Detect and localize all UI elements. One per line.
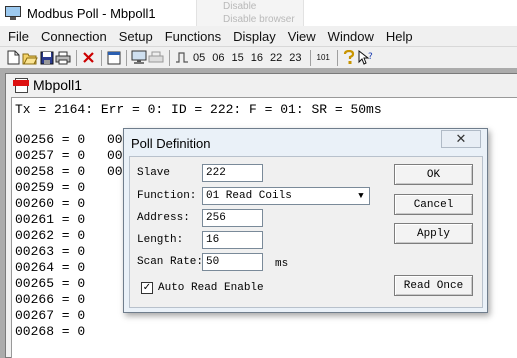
fc-101-button[interactable]: 101 [315,49,332,67]
window-title: Modbus Poll - Mbpoll1 [27,5,156,21]
toolbar: 05 06 15 16 22 23 101 ? [0,46,517,68]
status-line: Tx = 2164: Err = 0: ID = 222: F = 01: SR… [15,102,382,117]
context-help-icon[interactable]: ? [358,49,374,67]
menu-connection[interactable]: Connection [39,29,109,44]
scan-rate-label: Scan Rate: [137,256,204,268]
auto-read-checkbox[interactable]: ✓ [141,282,153,294]
menu-view[interactable]: View [286,29,318,44]
dialog-title: Poll Definition [131,136,211,151]
save-icon[interactable] [39,49,54,67]
help-icon[interactable] [342,49,357,67]
cancel-button[interactable]: Cancel [394,194,473,215]
toolbar-separator [76,49,77,66]
read-once-button[interactable]: Read Once [394,275,473,296]
toolbar-separator [309,49,311,66]
disconnect-icon[interactable] [81,49,96,67]
register-row[interactable]: 00263 = 0 [15,244,85,260]
monitor-icon[interactable] [131,49,147,67]
register-row[interactable]: 00259 = 0 [15,180,85,196]
register-partial-cell: 00 [107,148,123,163]
menu-functions[interactable]: Functions [163,29,223,44]
register-row[interactable]: 00256 = 0 [15,132,85,148]
register-partial-cell: 00 [107,132,123,147]
fc-06-button[interactable]: 06 [209,49,227,67]
register-row[interactable]: 00264 = 0 [15,260,85,276]
fc-22-button[interactable]: 22 [267,49,285,67]
menu-bar: File Connection Setup Functions Display … [0,26,517,46]
menu-file[interactable]: File [6,29,31,44]
child-title-bar: Mbpoll1 [6,74,517,96]
ghost-menu-item: Disable browser [223,14,295,25]
ok-button[interactable]: OK [394,164,473,185]
poll-definition-dialog: Poll Definition ✕ Slave 222 Function: 01… [123,128,488,313]
toolbar-separator [126,49,127,66]
function-label: Function: [137,190,197,202]
document-icon [13,77,29,93]
dialog-body: Slave 222 Function: 01 Read Coils ▼ Addr… [129,156,483,308]
close-icon[interactable]: ✕ [441,130,481,148]
chevron-down-icon[interactable]: ▼ [353,188,369,204]
register-row[interactable]: 00260 = 0 [15,196,85,212]
window-icon[interactable] [106,49,121,67]
open-folder-icon[interactable] [22,49,38,67]
app-icon [5,6,21,20]
address-input[interactable]: 256 [202,209,263,227]
child-window-title: Mbpoll1 [33,77,83,93]
print-icon[interactable] [55,49,71,67]
register-partial-cell: 00 [107,164,123,179]
pulse-icon[interactable] [174,49,189,67]
address-label: Address: [137,212,190,224]
function-select-value: 01 Read Coils [206,190,292,202]
modbus-poll-app: Modbus Poll - Mbpoll1 Disable Disable br… [0,0,517,358]
printer-disabled-icon[interactable] [148,49,164,67]
menu-display[interactable]: Display [231,29,278,44]
register-row[interactable]: 00258 = 0 [15,164,85,180]
register-row[interactable]: 00268 = 0 [15,324,85,340]
fc-16-button[interactable]: 16 [248,49,266,67]
toolbar-separator [169,49,170,66]
apply-button[interactable]: Apply [394,223,473,244]
register-row[interactable]: 00266 = 0 [15,292,85,308]
toolbar-separator [101,49,102,66]
register-row[interactable]: 00267 = 0 [15,308,85,324]
function-select[interactable]: 01 Read Coils ▼ [202,187,370,205]
menu-setup[interactable]: Setup [117,29,155,44]
length-input[interactable]: 16 [202,231,263,249]
slave-id-input[interactable]: 222 [202,164,263,182]
svg-text:?: ? [368,52,373,62]
register-row[interactable]: 00257 = 0 [15,148,85,164]
fc-15-button[interactable]: 15 [229,49,247,67]
new-file-icon[interactable] [6,49,21,67]
register-row[interactable]: 00262 = 0 [15,228,85,244]
menu-window[interactable]: Window [326,29,376,44]
register-row[interactable]: 00265 = 0 [15,276,85,292]
scan-rate-unit: ms [275,258,289,270]
ghost-context-menu: Disable Disable browser [196,0,304,26]
slave-label: Slave [137,167,171,179]
fc-23-button[interactable]: 23 [286,49,304,67]
fc-05-button[interactable]: 05 [190,49,208,67]
scan-rate-input[interactable]: 50 [202,253,263,271]
toolbar-separator [336,49,338,66]
auto-read-row[interactable]: ✓ Auto Read Enable [141,282,264,294]
ghost-menu-item: Disable [223,1,257,12]
length-label: Length: [137,234,184,246]
register-row[interactable]: 00261 = 0 [15,212,85,228]
auto-read-label: Auto Read Enable [158,282,264,294]
menu-help[interactable]: Help [384,29,415,44]
